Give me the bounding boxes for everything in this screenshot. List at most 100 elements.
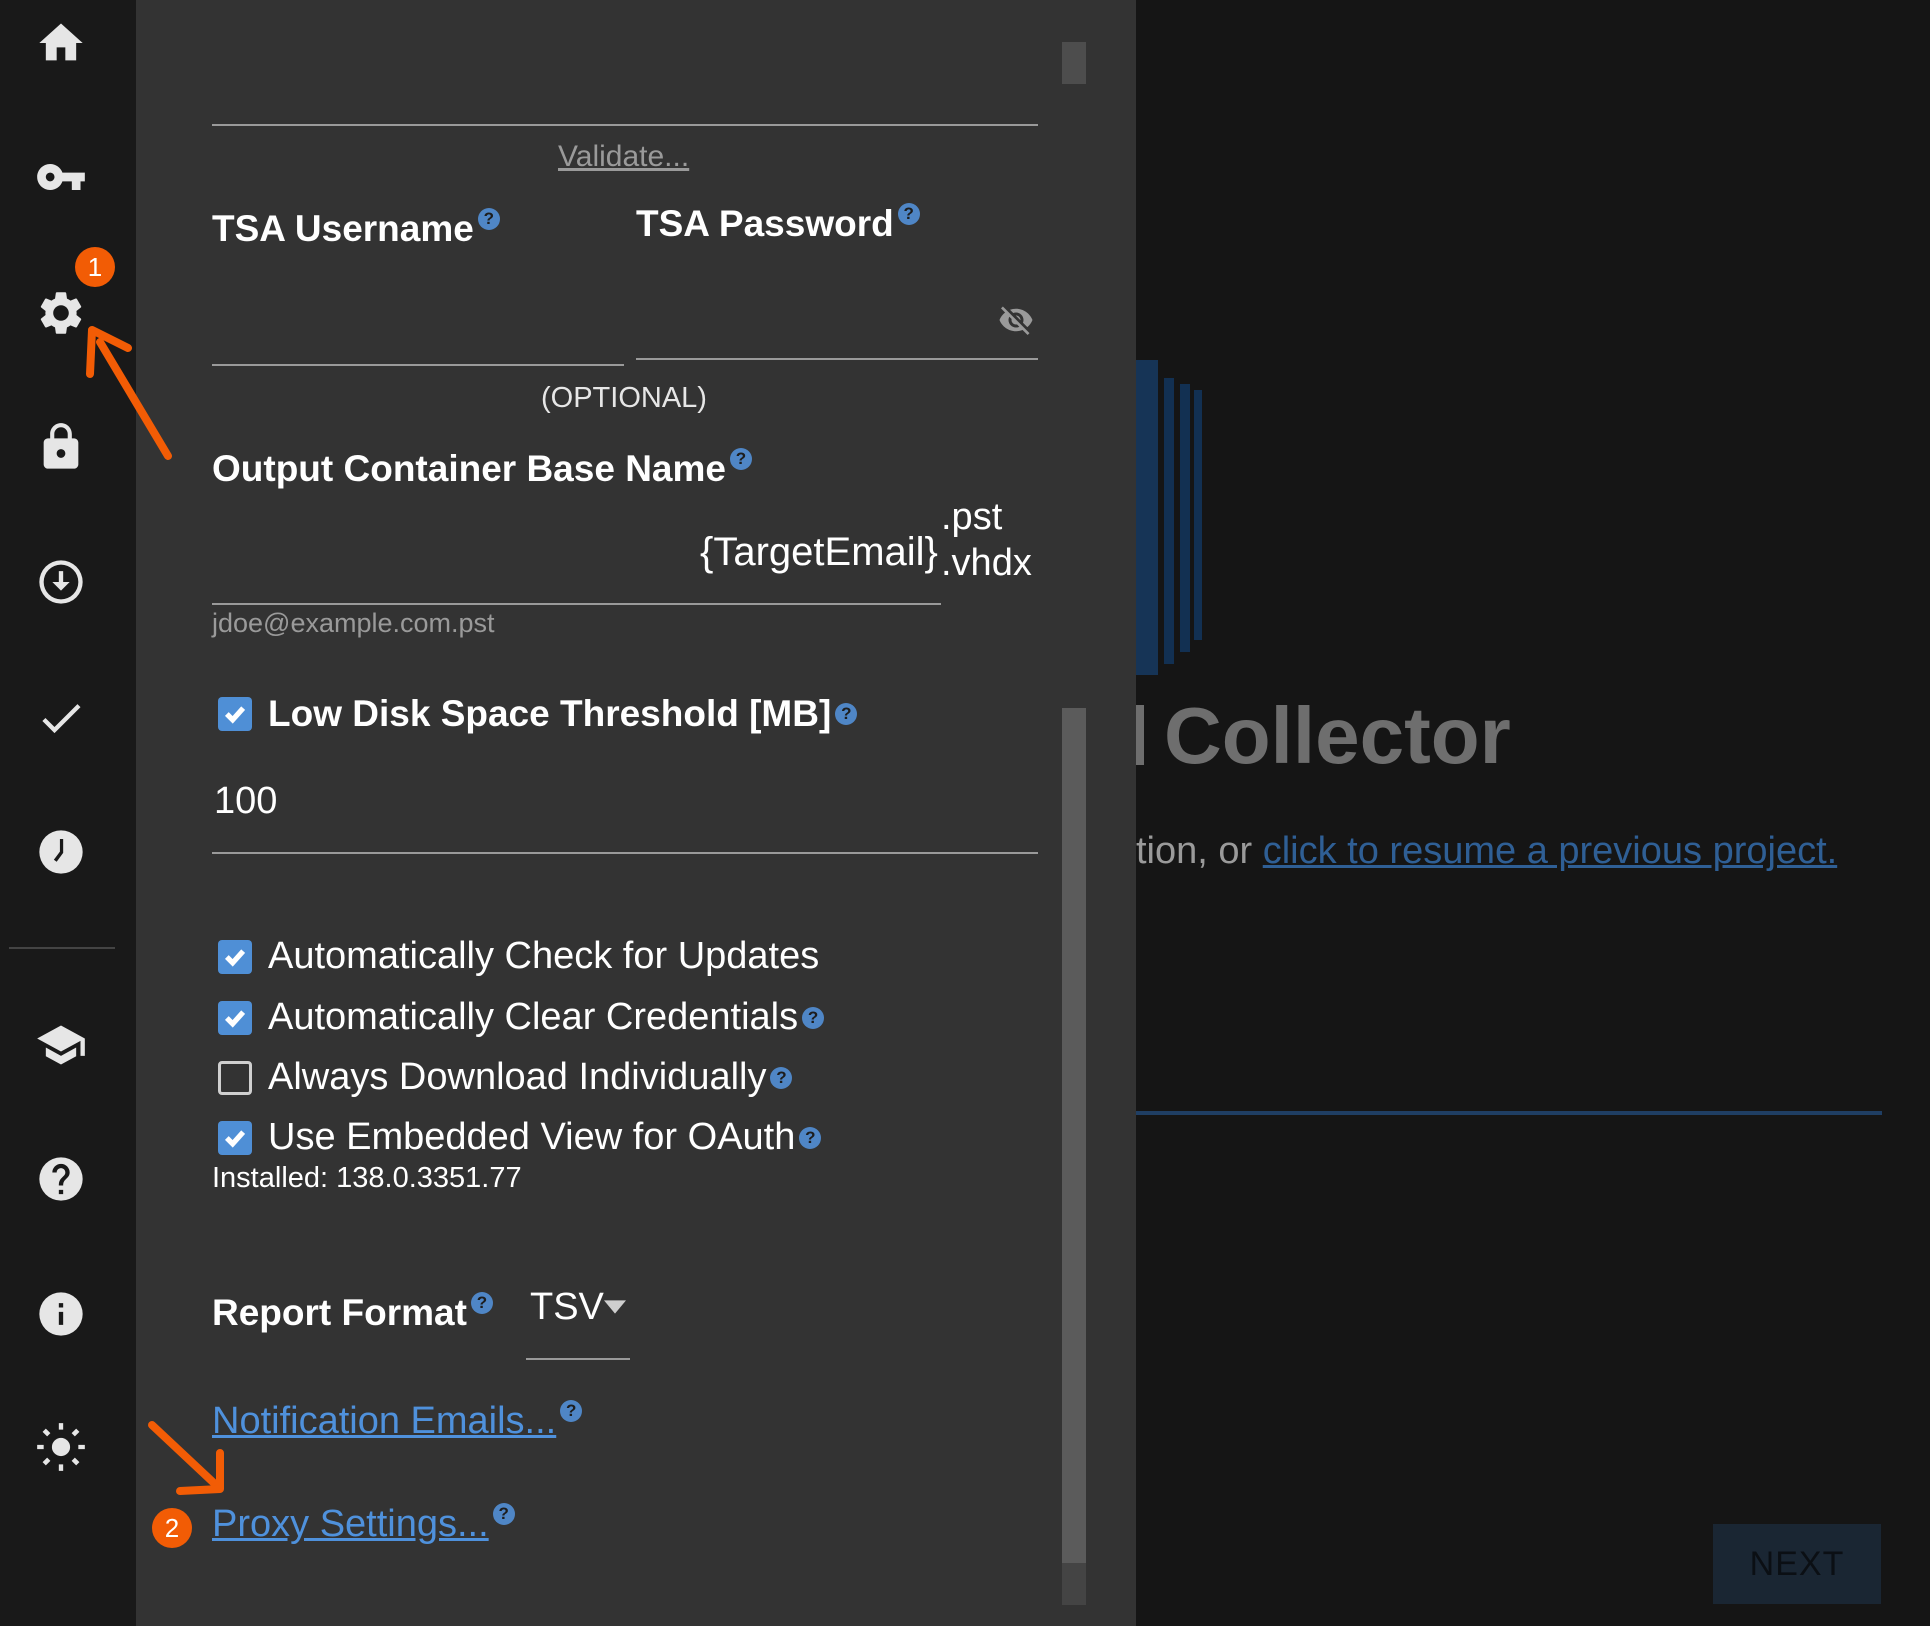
input-underline [1136,1111,1882,1115]
low-disk-underline [212,852,1038,854]
option-checkbox-row[interactable]: Automatically Clear Credentials? [218,996,825,1039]
report-format-value: TSV [530,1286,604,1328]
check-icon [224,706,246,724]
settings-panel: Validate... TSA Username? TSA Password? … [136,0,1136,1626]
optional-hint: (OPTIONAL) [541,382,707,414]
option-label: Automatically Check for Updates [268,935,820,977]
training-button[interactable] [22,1006,100,1084]
proxy-settings-row: Proxy Settings...? [212,1503,515,1546]
about-button[interactable] [22,1275,100,1353]
option-checkbox-row[interactable]: Automatically Check for Updates [218,935,819,978]
output-underline [212,603,941,605]
gear-icon [40,292,82,334]
theme-button[interactable] [22,1408,100,1486]
help-icon[interactable]: ? [560,1400,583,1422]
help-icon[interactable]: ? [729,448,752,470]
info-icon [39,1292,83,1336]
help-circle-icon [39,1157,83,1201]
help-icon[interactable]: ? [897,203,920,225]
resume-project-link[interactable]: click to resume a previous project. [1263,830,1837,872]
output-container-text: Output Container Base Name [212,448,726,489]
visibility-off-icon[interactable] [996,302,1036,338]
report-format-select[interactable]: TSV [526,1284,630,1360]
download-button[interactable] [22,543,100,621]
rail-divider [9,947,115,949]
ext-pst: .pst [941,496,1003,538]
help-button[interactable] [22,1140,100,1218]
verify-button[interactable] [22,679,100,757]
help-icon[interactable]: ? [799,1126,822,1149]
option-label: Use Embedded View for OAuth [268,1116,796,1158]
help-icon[interactable]: ? [835,703,858,725]
history-button[interactable] [22,813,100,891]
graduation-cap-icon [37,1025,85,1065]
tsa-username-underline [212,364,624,366]
report-format-text: Report Format [212,1292,467,1333]
option-label: Always Download Individually [268,1056,767,1098]
app-logo-icon [1136,360,1202,675]
keys-button[interactable] [22,138,100,216]
check-icon [224,1009,246,1028]
notification-emails-row: Notification Emails...? [212,1400,583,1443]
lock-icon [43,423,79,469]
tsa-password-label: TSA Password? [636,203,920,245]
callout-badge-2: 2 [152,1508,192,1548]
option-checkbox-row[interactable]: Always Download Individually? [218,1056,793,1099]
welcome-subtitle: tion, or click to resume a previous proj… [1136,830,1837,873]
help-icon[interactable]: ? [770,1066,793,1089]
callout-arrow-1-icon [86,326,172,460]
clock-icon [39,830,83,874]
validate-link[interactable]: Validate... [558,140,689,174]
low-disk-label: Low Disk Space Threshold [MB] [268,693,832,734]
option-checkbox[interactable] [218,1120,252,1155]
scrollbar-down-button[interactable] [1062,1563,1086,1605]
report-format-underline [526,1358,630,1360]
tsa-password-input[interactable] [636,270,1036,360]
download-circle-icon [39,560,83,604]
output-container-value: {TargetEmail} [700,530,938,574]
low-disk-checkbox[interactable] [218,697,252,731]
check-icon [224,948,246,967]
help-icon[interactable]: ? [477,208,500,230]
tsa-username-input[interactable] [212,270,624,366]
option-checkbox-row[interactable]: Use Embedded View for OAuth? [218,1116,822,1159]
scrollbar-up-button[interactable] [1062,42,1086,84]
output-container-label: Output Container Base Name? [212,448,752,490]
app-title: Collector [1164,691,1511,780]
notification-emails-link[interactable]: Notification Emails... [212,1400,556,1442]
option-checkbox[interactable] [218,1000,252,1035]
background-page: Collector tion, or click to resume a pre… [1136,0,1930,1626]
proxy-settings-link[interactable]: Proxy Settings... [212,1503,489,1545]
report-format-label: Report Format? [212,1292,493,1334]
help-icon[interactable]: ? [802,1006,825,1029]
installed-version-text: Installed: 138.0.3351.77 [212,1162,522,1194]
option-checkbox[interactable] [218,939,252,974]
ext-vhdx: .vhdx [941,542,1032,584]
tsa-username-label: TSA Username? [212,208,500,250]
title-fragment [1136,705,1144,765]
option-checkbox[interactable] [218,1060,252,1095]
dropdown-arrow-icon [604,1300,626,1314]
sun-icon [37,1423,85,1471]
home-icon [39,23,83,61]
tsa-username-text: TSA Username [212,208,474,249]
low-disk-checkbox-row[interactable]: Low Disk Space Threshold [MB]? [218,693,858,735]
callout-badge-1: 1 [75,247,115,287]
scrollbar-thumb[interactable] [1062,708,1086,1563]
output-example-hint: jdoe@example.com.pst [212,608,495,638]
check-icon [224,1129,246,1148]
key-icon [37,164,85,190]
navigation-rail [0,0,136,1626]
next-button[interactable]: NEXT [1713,1524,1881,1604]
subtitle-text: tion, or [1136,830,1263,872]
tsa-password-underline [636,358,1038,360]
low-disk-input[interactable]: 100 [214,780,277,823]
help-icon[interactable]: ? [492,1503,515,1525]
check-icon [42,704,81,734]
help-icon[interactable]: ? [470,1292,493,1314]
callout-arrow-2-icon [148,1421,224,1495]
field-underline [212,124,1038,126]
tsa-password-text: TSA Password [636,203,894,244]
home-button[interactable] [22,4,100,82]
option-label: Automatically Clear Credentials [268,996,799,1038]
